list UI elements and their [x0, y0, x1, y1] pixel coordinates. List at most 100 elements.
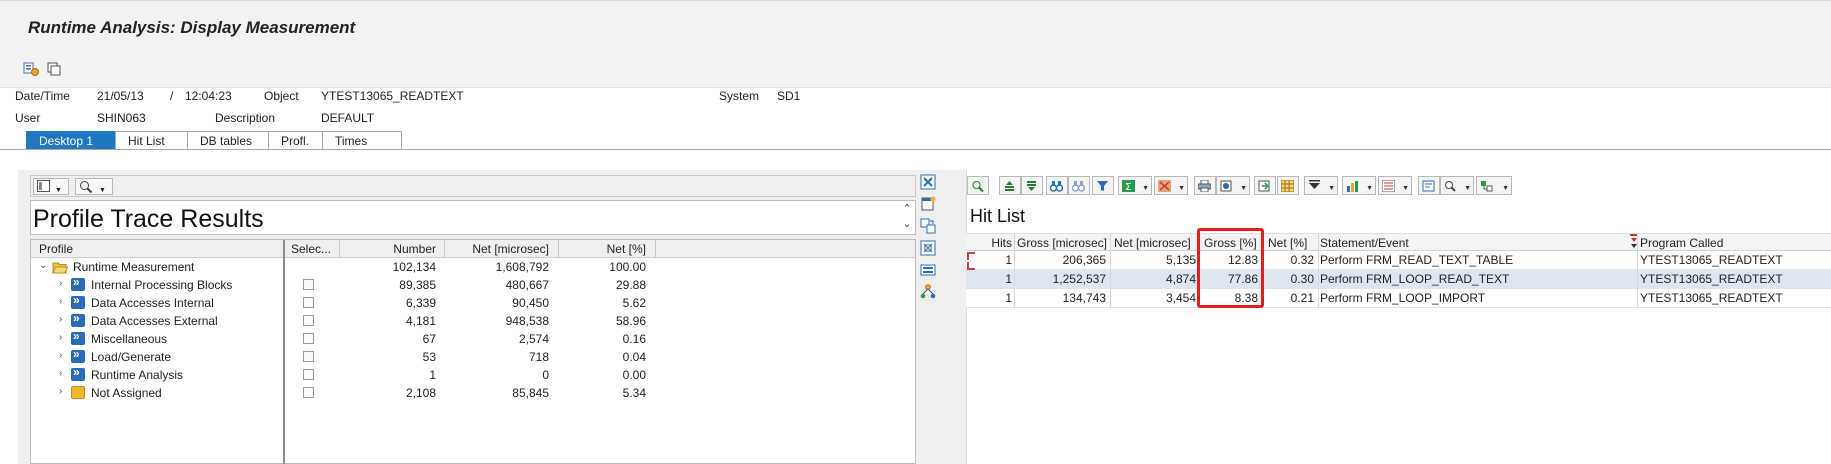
subtotal-button[interactable]: ▼	[1154, 176, 1188, 195]
col-program-called[interactable]: Program Called	[1640, 236, 1723, 250]
tab-profl[interactable]: Profl.	[268, 131, 323, 150]
profile-title-box: Profile Trace Results ⌃ ⌄	[30, 200, 916, 235]
display-window-icon[interactable]	[920, 262, 936, 278]
number-cell: 102,134	[392, 260, 436, 274]
swap-windows-icon[interactable]	[920, 218, 936, 234]
column-divider	[444, 240, 445, 258]
select-checkbox[interactable]	[303, 315, 314, 326]
tab-hit-list[interactable]: Hit List	[115, 131, 188, 150]
select-checkbox[interactable]	[303, 387, 314, 398]
dropdown-arrow-icon: ▼	[1402, 185, 1409, 192]
expand-icon[interactable]: ›	[59, 314, 69, 325]
net-microsec-cell: 0	[542, 368, 549, 382]
hit-list-row-selected[interactable]: 1 1,252,537 4,874 77.86 0.30 Perform FRM…	[966, 270, 1831, 289]
export-button[interactable]	[1254, 176, 1276, 195]
tools-button[interactable]: ▼	[1476, 176, 1512, 195]
tab-times[interactable]: Times	[322, 131, 402, 150]
new-window-icon[interactable]	[920, 196, 936, 212]
number-cell: 89,385	[399, 278, 436, 292]
col-hits[interactable]: Hits	[970, 236, 1012, 250]
graphics-button[interactable]: ▼	[1342, 176, 1376, 195]
application-toolbar	[0, 52, 1831, 88]
views-icon	[1220, 180, 1232, 192]
maximize-window-icon[interactable]	[920, 240, 936, 256]
hit-list-row[interactable]: 1 206,365 5,135 12.83 0.32 Perform FRM_R…	[966, 251, 1831, 270]
hit-list-row[interactable]: 1 134,743 3,454 8.38 0.21 Perform FRM_LO…	[966, 289, 1831, 308]
net-microsec-cell: 5,135	[1165, 253, 1196, 267]
call-hierarchy-button[interactable]: ▼	[1440, 176, 1474, 195]
tree-node-label: Miscellaneous	[91, 332, 168, 346]
select-checkbox[interactable]	[303, 297, 314, 308]
tree-row[interactable]: › Miscellaneous 67 2,574 0.16	[31, 329, 915, 348]
net-pct-cell: 0.00	[622, 368, 646, 382]
number-cell: 6,339	[405, 296, 436, 310]
col-net-pct[interactable]: Net [%]	[1268, 236, 1307, 250]
layout-menu-button[interactable]: ▼	[33, 178, 69, 195]
tree-row[interactable]: › Not Assigned 2,108 85,845 5.34	[31, 384, 915, 402]
net-pct-cell: 0.04	[622, 350, 646, 364]
print-button[interactable]	[1194, 176, 1216, 195]
filter-button[interactable]	[1092, 176, 1114, 195]
col-gross-microsec[interactable]: Gross [microsec]	[1017, 236, 1107, 250]
find-menu-button[interactable]: ▼	[75, 178, 113, 195]
tree-row[interactable]: ⌄ Runtime Measurement 102,134 1,608,792 …	[31, 258, 915, 276]
expand-icon[interactable]: ›	[59, 386, 69, 397]
layout-button[interactable]: ▼	[1304, 176, 1338, 195]
tab-desktop-1[interactable]: Desktop 1	[26, 131, 116, 150]
tree-row[interactable]: › Runtime Analysis 1 0 0.00	[31, 365, 915, 384]
expand-icon[interactable]: ›	[59, 332, 69, 343]
spreadsheet-icon	[1281, 180, 1294, 192]
expand-icon[interactable]: ›	[59, 368, 69, 379]
hits-cell: 1	[1005, 291, 1012, 305]
tab-db-tables[interactable]: DB tables	[187, 131, 269, 150]
tree-node-label: Runtime Measurement	[73, 260, 195, 274]
select-checkbox[interactable]	[303, 279, 314, 290]
sort-descending-button[interactable]	[1021, 176, 1043, 195]
col-number[interactable]: Number	[366, 242, 436, 256]
find-next-button[interactable]	[1068, 176, 1090, 195]
copy-icon[interactable]	[45, 60, 63, 78]
variant-tree-icon[interactable]	[22, 60, 40, 78]
select-checkbox[interactable]	[303, 333, 314, 344]
hierarchy-icon[interactable]	[920, 284, 936, 300]
dropdown-arrow-icon: ▼	[1464, 185, 1471, 192]
col-statement-event[interactable]: Statement/Event	[1320, 236, 1409, 250]
block-icon	[71, 329, 85, 345]
collapse-icon[interactable]: ⌄	[39, 260, 49, 271]
col-net-microsec[interactable]: Net [microsec]	[449, 242, 549, 256]
views-button[interactable]: ▼	[1216, 176, 1250, 195]
tree-node-label: Runtime Analysis	[91, 368, 184, 382]
expand-icon[interactable]: ›	[59, 350, 69, 361]
col-net-pct[interactable]: Net [%]	[566, 242, 646, 256]
system-label: System	[719, 89, 760, 103]
tree-row[interactable]: › Internal Processing Blocks 89,385 480,…	[31, 275, 915, 294]
expand-icon[interactable]: ›	[59, 296, 69, 307]
scroll-up-icon[interactable]: ⌃	[901, 203, 913, 215]
scroll-down-icon[interactable]: ⌄	[901, 218, 913, 230]
tree-node-label: Load/Generate	[91, 350, 172, 364]
total-button[interactable]: Σ ▼	[1118, 176, 1152, 195]
spreadsheet-button[interactable]	[1277, 176, 1299, 195]
col-profile[interactable]: Profile	[39, 242, 73, 256]
tree-row[interactable]: › Data Accesses Internal 6,339 90,450 5.…	[31, 293, 915, 312]
abap-list-button[interactable]: ▼	[1378, 176, 1412, 195]
col-net-microsec[interactable]: Net [microsec]	[1114, 236, 1191, 250]
net-pct-cell: 0.16	[622, 332, 646, 346]
find-button[interactable]	[1046, 176, 1068, 195]
tree-row[interactable]: › Load/Generate 53 718 0.04	[31, 347, 915, 366]
select-checkbox[interactable]	[303, 369, 314, 380]
source-code-button[interactable]	[1418, 176, 1440, 195]
net-microsec-cell: 85,845	[512, 386, 549, 400]
select-checkbox[interactable]	[303, 351, 314, 362]
expand-icon[interactable]: ›	[59, 278, 69, 289]
dropdown-arrow-icon: ▼	[1328, 185, 1335, 192]
tree-row[interactable]: › Data Accesses External 4,181 948,538 5…	[31, 311, 915, 330]
svg-text:Σ: Σ	[1125, 182, 1131, 192]
details-button[interactable]	[967, 176, 989, 195]
column-divider	[558, 240, 559, 258]
sort-ascending-button[interactable]	[999, 176, 1021, 195]
folder-icon	[71, 386, 85, 399]
close-window-icon[interactable]	[920, 174, 936, 190]
col-select[interactable]: Selec...	[291, 242, 331, 256]
net-pct-cell: 5.34	[622, 386, 646, 400]
